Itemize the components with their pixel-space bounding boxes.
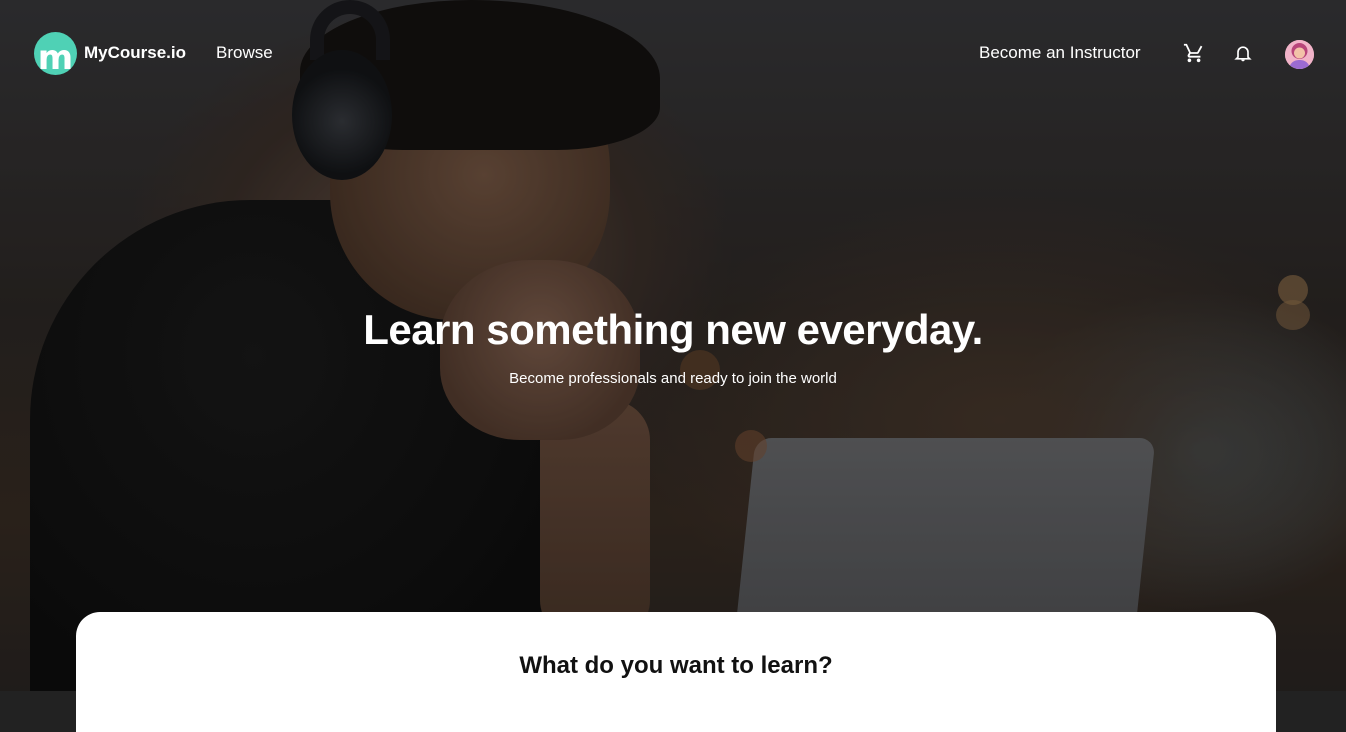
top-navbar: m MyCourse.io Browse Become an Instructo… (0, 0, 1346, 108)
hero-title: Learn something new everyday. (363, 306, 983, 353)
brand-logo[interactable]: m (34, 32, 77, 75)
avatar-illustration-icon (1285, 40, 1314, 69)
notifications-button[interactable] (1230, 40, 1256, 66)
search-card: What do you want to learn? (76, 612, 1276, 732)
user-avatar[interactable] (1285, 40, 1314, 69)
hero-subtitle: Become professionals and ready to join t… (509, 370, 837, 387)
become-instructor-link[interactable]: Become an Instructor (979, 43, 1141, 63)
cart-icon (1183, 43, 1203, 63)
logo-letter: m (37, 38, 74, 75)
search-card-title: What do you want to learn? (519, 652, 833, 679)
cart-button[interactable] (1181, 40, 1207, 66)
bell-icon (1234, 46, 1252, 62)
browse-link[interactable]: Browse (216, 43, 273, 63)
brand-name[interactable]: MyCourse.io (84, 43, 186, 63)
